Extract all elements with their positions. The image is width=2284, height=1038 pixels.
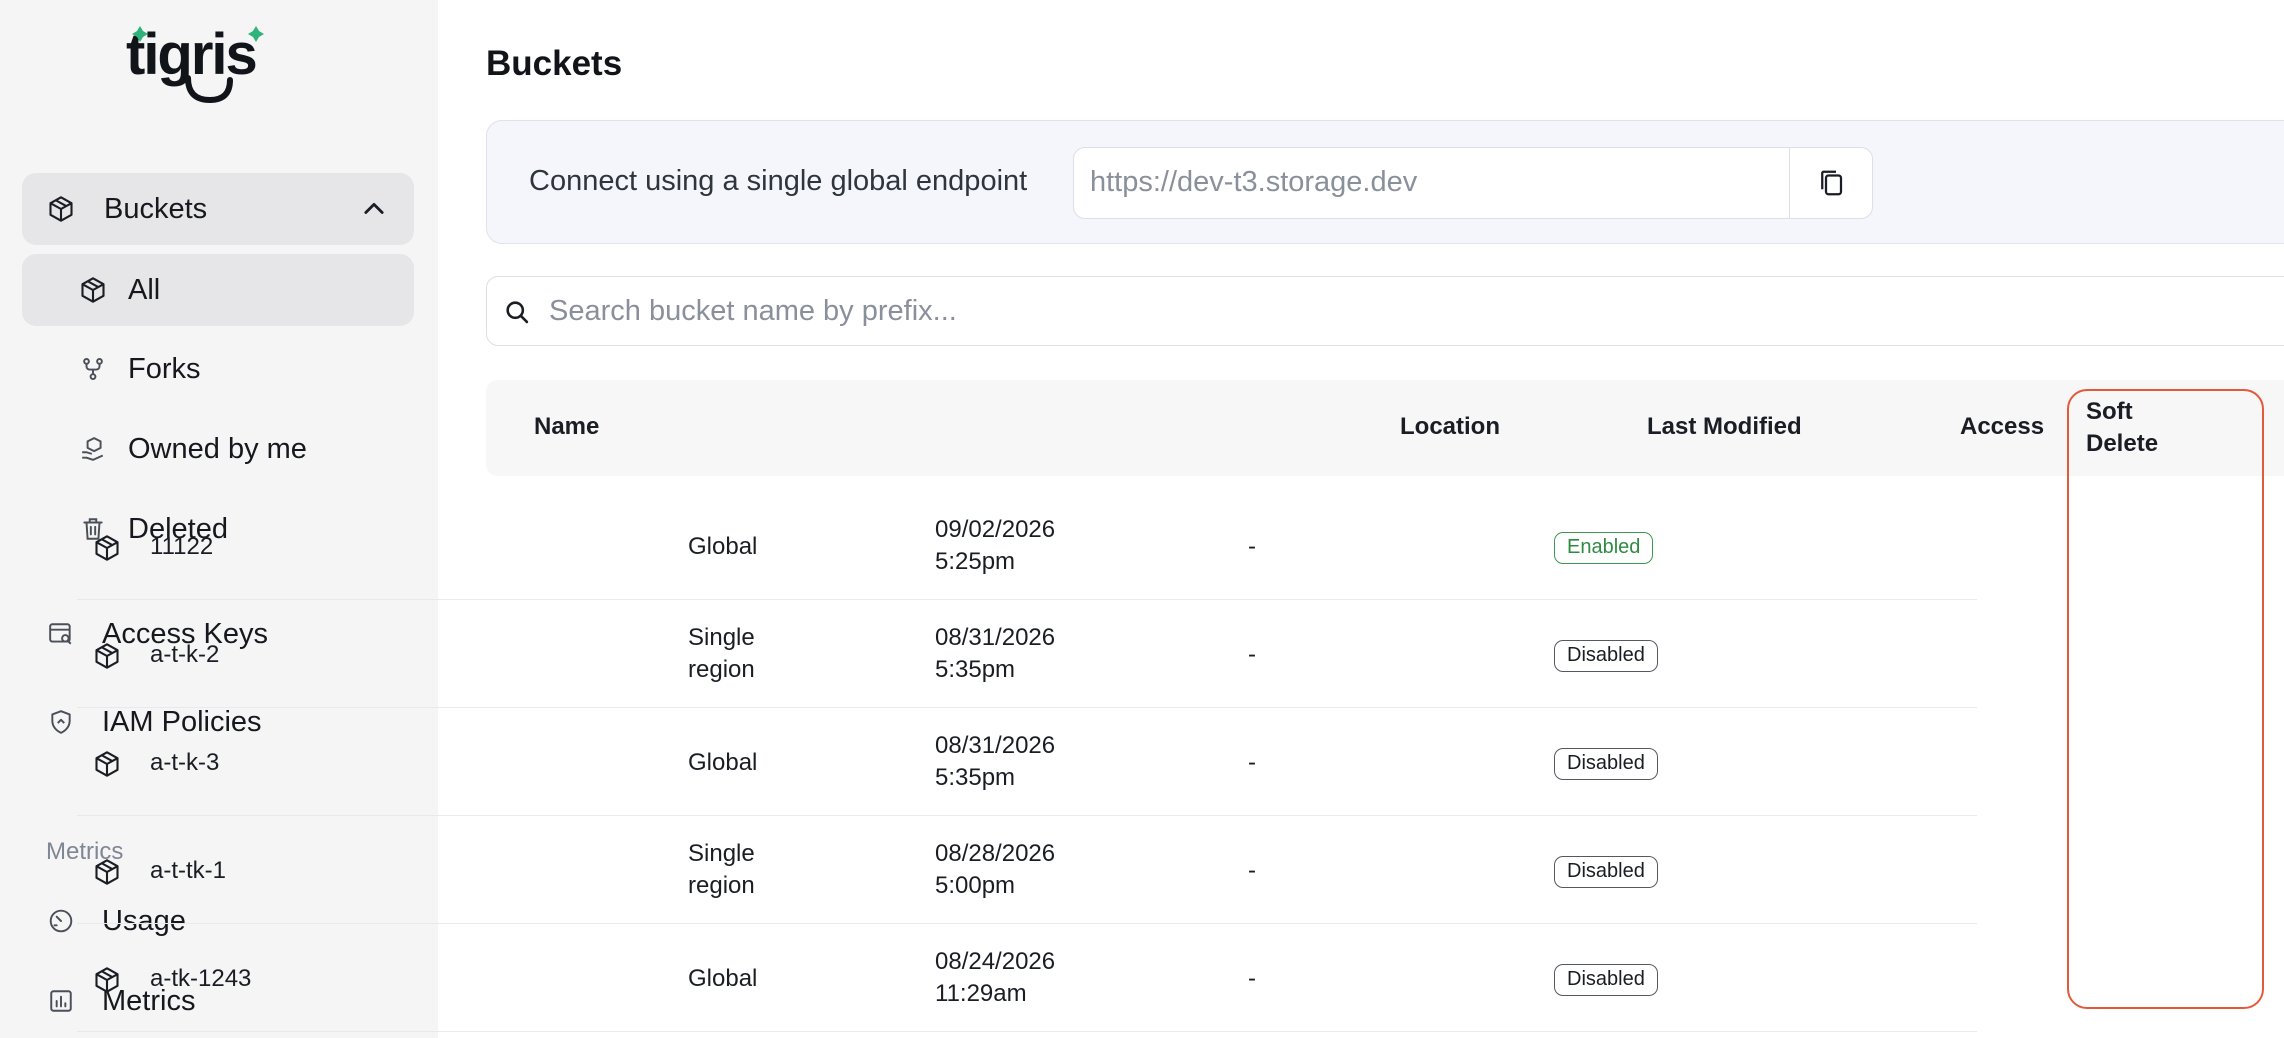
fork-icon	[78, 354, 108, 384]
header-line: Delete	[2086, 430, 2159, 457]
box-icon	[46, 194, 76, 224]
sidebar-item-label: Owned by me	[128, 432, 307, 465]
search-icon	[506, 301, 529, 324]
sidebar-item-buckets[interactable]: Buckets	[22, 173, 414, 245]
column-header-access[interactable]: Access	[1960, 413, 2044, 441]
bucket-location: Global	[688, 747, 757, 779]
bucket-icon	[95, 751, 119, 777]
soft-delete-badge: Disabled	[1554, 964, 1658, 996]
page-title: Buckets	[486, 44, 623, 83]
table-row[interactable]: 11122 Global 09/02/2026 5:25pm - Enabled	[77, 492, 1977, 600]
endpoint-panel: Connect using a single global endpoint h…	[486, 120, 2284, 244]
column-header-name[interactable]: Name	[534, 413, 599, 441]
bucket-name[interactable]: a-t-k-2	[150, 639, 219, 671]
bucket-access: -	[1248, 749, 1256, 776]
bucket-name[interactable]: a-t-k-3	[150, 747, 219, 779]
bucket-location: Global	[688, 531, 757, 563]
bucket-location: Global	[688, 963, 757, 995]
bucket-last-modified: 08/24/2026 11:29am	[935, 946, 1055, 1010]
search-input[interactable]	[549, 287, 1949, 335]
bucket-name[interactable]: a-t-tk-1	[150, 855, 226, 887]
bucket-last-modified: 08/28/2026 5:00pm	[935, 838, 1055, 902]
cell-line: 5:35pm	[935, 656, 1016, 683]
soft-delete-badge: Enabled	[1554, 532, 1654, 564]
cell-line: region	[688, 656, 755, 683]
soft-delete-badge: Disabled	[1554, 640, 1658, 672]
cell-line: 5:25pm	[935, 548, 1016, 575]
bucket-last-modified: 09/02/2026 5:25pm	[935, 514, 1055, 578]
cell-line: region	[688, 872, 755, 899]
table-row[interactable]: a-t-k-2 Single region 08/31/2026 5:35pm - …	[77, 600, 1977, 708]
cell-line: Global	[688, 965, 758, 992]
header-line: Soft	[2086, 398, 2133, 425]
endpoint-label: Connect using a single global endpoint	[529, 165, 1028, 197]
cell-line: 08/31/2026	[935, 624, 1056, 651]
tigris-logo[interactable]: tigris	[126, 22, 310, 104]
search-bar[interactable]	[486, 276, 2284, 346]
sidebar-item-forks[interactable]: Forks	[78, 339, 418, 399]
sidebar-item-owned[interactable]: Owned by me	[78, 419, 418, 479]
sidebar-item-all[interactable]: All	[22, 254, 414, 326]
hand-box-icon	[78, 434, 108, 464]
table-row[interactable]: a-tk-1243 Global 08/24/2026 11:29am - Dis…	[77, 924, 1977, 1032]
soft-delete-badge: Disabled	[1554, 856, 1658, 888]
column-header-location[interactable]: Location	[1400, 413, 1500, 441]
bucket-icon	[95, 643, 119, 669]
bucket-icon	[95, 535, 119, 561]
sidebar-item-label: Buckets	[104, 192, 208, 225]
chevron-up-icon[interactable]	[360, 195, 388, 223]
cell-line: 08/31/2026	[935, 732, 1056, 759]
cell-line: 11:29am	[935, 980, 1027, 1007]
column-header-soft-delete[interactable]: Soft Delete	[2086, 396, 2159, 460]
table-header: Name Location Last Modified Access Soft …	[486, 380, 2284, 476]
table-row[interactable]: a-t-tk-1 Single region 08/28/2026 5:00pm -…	[77, 816, 1977, 924]
sidebar-item-label: Forks	[128, 352, 201, 385]
bucket-last-modified: 08/31/2026 5:35pm	[935, 622, 1055, 686]
sidebar-item-label: All	[128, 273, 161, 306]
endpoint-field[interactable]: https://dev-t3.storage.dev	[1073, 147, 1791, 219]
soft-delete-badge: Disabled	[1554, 748, 1658, 780]
cell-line: 08/24/2026	[935, 948, 1056, 975]
shield-icon	[46, 707, 76, 737]
cell-line: Single	[688, 624, 755, 651]
cell-line: 08/28/2026	[935, 840, 1056, 867]
cell-line: Single	[688, 840, 755, 867]
cell-line: 5:35pm	[935, 764, 1016, 791]
column-header-last-modified[interactable]: Last Modified	[1647, 413, 1802, 441]
bar-chart-icon	[46, 986, 76, 1016]
cell-line: Global	[688, 533, 758, 560]
cell-line: 5:00pm	[935, 872, 1016, 899]
svg-text:tigris: tigris	[126, 22, 256, 87]
bucket-icon	[95, 859, 119, 885]
copy-icon	[1821, 170, 1843, 196]
bucket-name[interactable]: 11122	[150, 531, 213, 563]
bucket-access: -	[1248, 533, 1256, 560]
bucket-access: -	[1248, 641, 1256, 668]
key-card-icon	[46, 619, 76, 649]
gauge-icon	[46, 906, 76, 936]
bucket-access: -	[1248, 857, 1256, 884]
bucket-location: Single region	[688, 838, 755, 902]
bucket-icon	[95, 967, 119, 993]
cell-line: 09/02/2026	[935, 516, 1056, 543]
bucket-location: Single region	[688, 622, 755, 686]
cell-line: Global	[688, 749, 758, 776]
copy-button[interactable]	[1789, 147, 1873, 219]
bucket-name[interactable]: a-tk-1243	[150, 963, 251, 995]
bucket-last-modified: 08/31/2026 5:35pm	[935, 730, 1055, 794]
bucket-access: -	[1248, 965, 1256, 992]
box-icon	[78, 275, 108, 305]
table-row[interactable]: a-t-k-3 Global 08/31/2026 5:35pm - Disabl…	[77, 708, 1977, 816]
